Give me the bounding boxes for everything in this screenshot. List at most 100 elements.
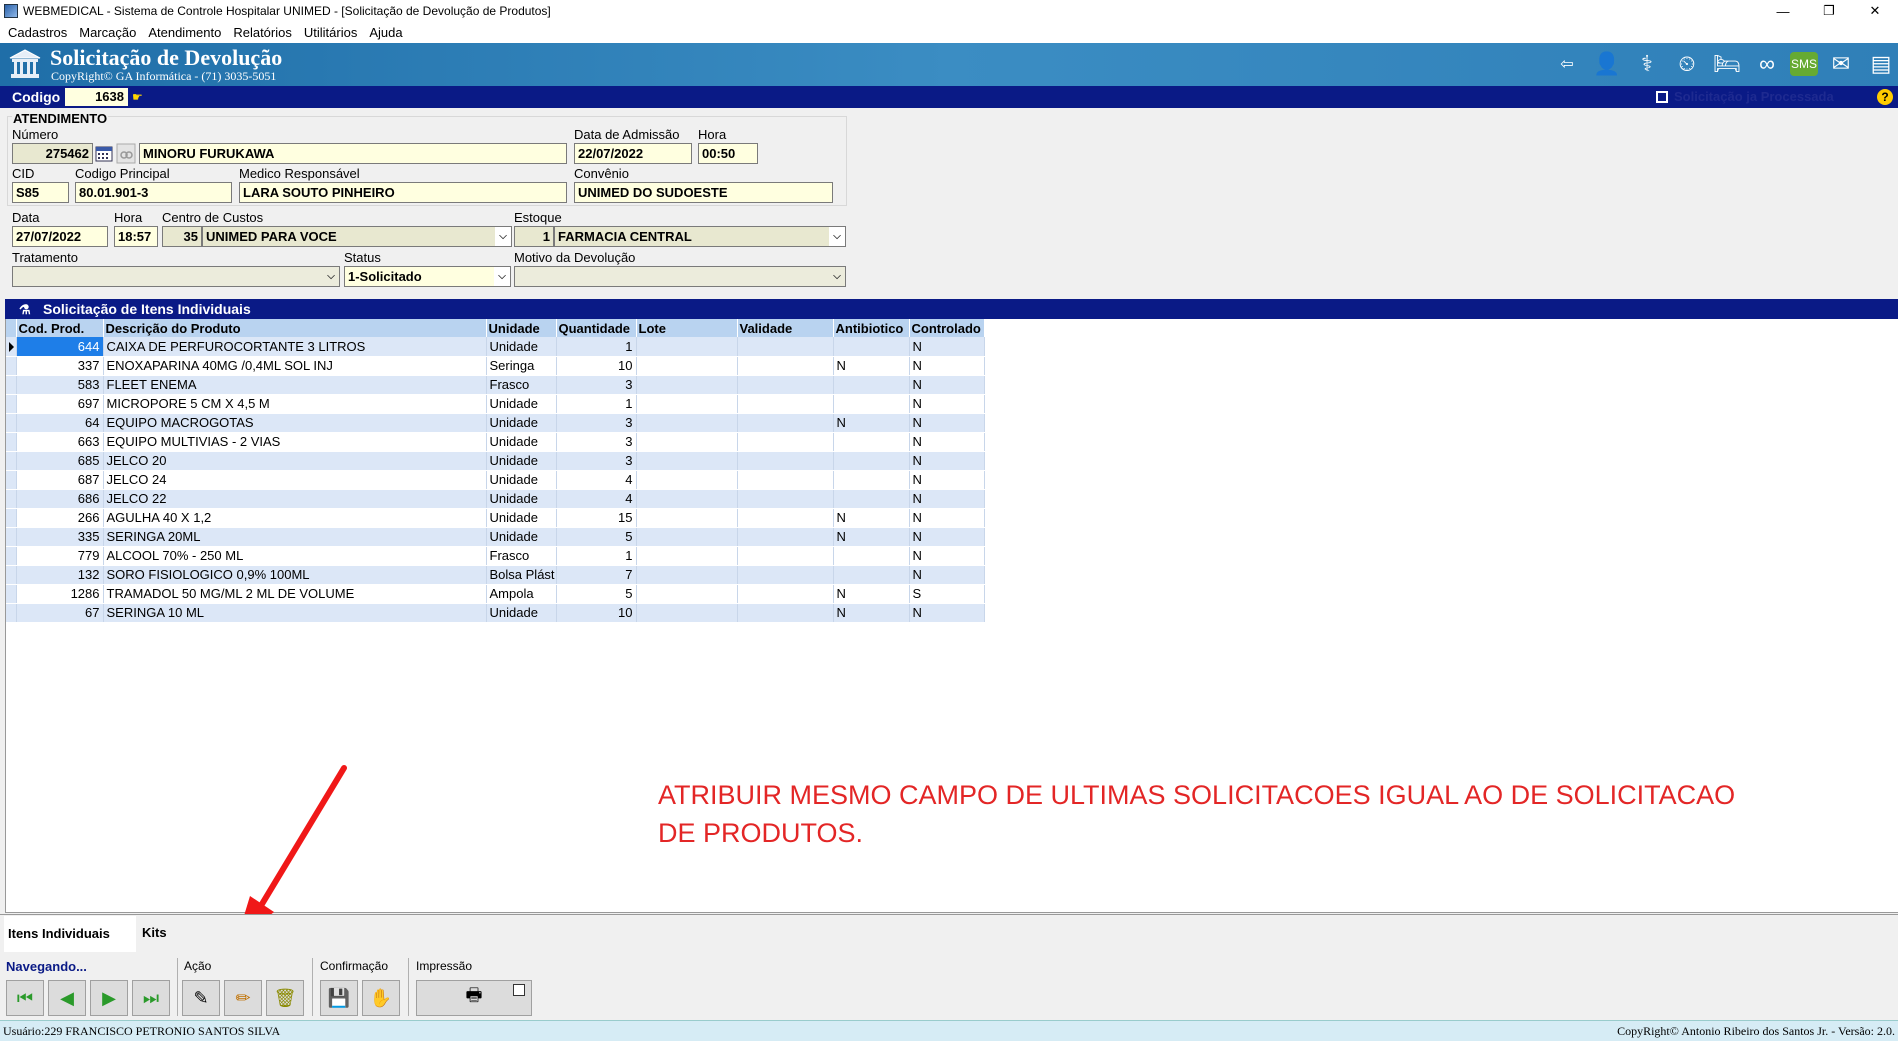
table-cell[interactable]: Unidade — [486, 527, 557, 547]
table-cell[interactable] — [737, 508, 834, 528]
row-indicator[interactable] — [6, 375, 17, 395]
table-cell[interactable]: AGULHA 40 X 1,2 — [103, 508, 487, 528]
table-row[interactable]: 663 EQUIPO MULTIVIAS - 2 VIAS Unidade 3 N — [6, 432, 985, 452]
table-cell[interactable]: EQUIPO MULTIVIAS - 2 VIAS — [103, 432, 487, 452]
last-record-button[interactable]: ⏭ — [132, 980, 170, 1016]
table-cell[interactable]: N — [833, 584, 910, 604]
table-cell[interactable] — [737, 603, 834, 623]
row-indicator[interactable] — [6, 470, 17, 490]
col-unidade[interactable]: Unidade — [486, 319, 557, 337]
table-row[interactable]: 687 JELCO 24 Unidade 4 N — [6, 470, 985, 490]
table-cell[interactable]: 4 — [556, 470, 637, 490]
table-cell[interactable]: Frasco — [486, 375, 557, 395]
table-cell[interactable]: N — [833, 413, 910, 433]
help-icon[interactable]: ? — [1877, 89, 1893, 105]
medico-field[interactable]: LARA SOUTO PINHEIRO — [239, 182, 567, 203]
table-cell[interactable] — [636, 508, 738, 528]
table-cell[interactable]: N — [909, 375, 985, 395]
table-cell[interactable]: N — [833, 527, 910, 547]
table-cell[interactable]: 779 — [16, 546, 104, 566]
table-cell[interactable]: N — [909, 508, 985, 528]
save-button[interactable]: 💾 — [320, 980, 358, 1016]
row-indicator[interactable] — [6, 413, 17, 433]
table-cell[interactable] — [833, 451, 910, 471]
table-cell[interactable]: N — [909, 356, 985, 376]
table-cell[interactable]: 3 — [556, 432, 637, 452]
codigo-field[interactable]: 1638 — [65, 88, 128, 106]
row-indicator[interactable] — [6, 451, 17, 471]
row-indicator[interactable] — [6, 584, 17, 604]
new-record-button[interactable]: ✎ — [182, 980, 220, 1016]
table-cell[interactable]: N — [909, 565, 985, 585]
table-cell[interactable] — [636, 432, 738, 452]
table-cell[interactable]: 10 — [556, 603, 637, 623]
table-cell[interactable] — [737, 337, 834, 357]
table-cell[interactable] — [833, 337, 910, 357]
table-row[interactable]: 132 SORO FISIOLOGICO 0,9% 100ML Bolsa Plás… — [6, 565, 985, 585]
table-cell[interactable] — [636, 584, 738, 604]
table-cell[interactable]: N — [833, 508, 910, 528]
table-cell[interactable]: N — [909, 337, 985, 357]
table-cell[interactable] — [636, 603, 738, 623]
chevron-down-icon[interactable]: ⌵ — [829, 267, 845, 286]
table-row[interactable]: 686 JELCO 22 Unidade 4 N — [6, 489, 985, 509]
table-cell[interactable]: SERINGA 20ML — [103, 527, 487, 547]
table-cell[interactable] — [737, 375, 834, 395]
admissao-field[interactable]: 22/07/2022 — [574, 143, 692, 164]
table-row[interactable]: 685 JELCO 20 Unidade 3 N — [6, 451, 985, 471]
chevron-down-icon[interactable]: ⌵ — [829, 227, 845, 246]
patient-name-field[interactable]: MINORU FURUKAWA — [139, 143, 567, 164]
table-cell[interactable]: ENOXAPARINA 40MG /0,4ML SOL INJ — [103, 356, 487, 376]
table-cell[interactable]: 5 — [556, 584, 637, 604]
back-arrow-icon[interactable]: ⇦ — [1550, 47, 1584, 81]
table-cell[interactable]: Bolsa Plást — [486, 565, 557, 585]
row-indicator[interactable] — [6, 603, 17, 623]
table-cell[interactable]: Unidade — [486, 489, 557, 509]
tab-itens-individuais[interactable]: Itens Individuais — [4, 916, 136, 952]
table-cell[interactable] — [636, 413, 738, 433]
next-record-button[interactable]: ▶ — [90, 980, 128, 1016]
table-row[interactable]: 337 ENOXAPARINA 40MG /0,4ML SOL INJ Sering… — [6, 356, 985, 376]
cancel-button[interactable]: ✋ — [362, 980, 400, 1016]
table-row[interactable]: 697 MICROPORE 5 CM X 4,5 M Unidade 1 N — [6, 394, 985, 414]
table-cell[interactable]: N — [909, 413, 985, 433]
restore-button[interactable]: ❐ — [1806, 0, 1852, 22]
table-row[interactable]: 779 ALCOOL 70% - 250 ML Frasco 1 N — [6, 546, 985, 566]
processed-checkbox[interactable] — [1656, 91, 1668, 103]
delete-record-button[interactable]: 🗑 — [266, 980, 304, 1016]
table-cell[interactable]: 5 — [556, 527, 637, 547]
tab-kits[interactable]: Kits — [142, 925, 167, 940]
table-cell[interactable]: N — [909, 394, 985, 414]
menu-cadastros[interactable]: Cadastros — [8, 25, 67, 40]
table-cell[interactable] — [833, 375, 910, 395]
row-indicator[interactable] — [6, 337, 17, 357]
pointer-hand-icon[interactable]: ☛ — [132, 90, 143, 104]
chevron-down-icon[interactable]: ⌵ — [495, 227, 511, 246]
table-cell[interactable] — [737, 451, 834, 471]
menu-ajuda[interactable]: Ajuda — [369, 25, 402, 40]
table-cell[interactable] — [833, 489, 910, 509]
col-lote[interactable]: Lote — [636, 319, 738, 337]
table-cell[interactable]: FLEET ENEMA — [103, 375, 487, 395]
col-quantidade[interactable]: Quantidade — [556, 319, 637, 337]
table-row[interactable]: 266 AGULHA 40 X 1,2 Unidade 15 N N — [6, 508, 985, 528]
table-cell[interactable] — [833, 394, 910, 414]
table-row[interactable]: 583 FLEET ENEMA Frasco 3 N — [6, 375, 985, 395]
table-cell[interactable] — [636, 356, 738, 376]
table-cell[interactable] — [737, 356, 834, 376]
table-cell[interactable] — [833, 432, 910, 452]
tratamento-dropdown[interactable]: ⌵ — [12, 266, 340, 287]
table-cell[interactable]: 685 — [16, 451, 104, 471]
codigo-principal-field[interactable]: 80.01.901-3 — [75, 182, 232, 203]
menu-atendimento[interactable]: Atendimento — [148, 25, 221, 40]
table-cell[interactable] — [833, 546, 910, 566]
table-cell[interactable]: 67 — [16, 603, 104, 623]
hora-field[interactable]: 18:57 — [114, 226, 158, 247]
row-indicator[interactable] — [6, 546, 17, 566]
table-cell[interactable]: Unidade — [486, 508, 557, 528]
table-cell[interactable] — [737, 413, 834, 433]
table-cell[interactable] — [737, 527, 834, 547]
table-cell[interactable] — [737, 394, 834, 414]
minimize-button[interactable]: — — [1760, 0, 1806, 22]
data-field[interactable]: 27/07/2022 — [12, 226, 108, 247]
